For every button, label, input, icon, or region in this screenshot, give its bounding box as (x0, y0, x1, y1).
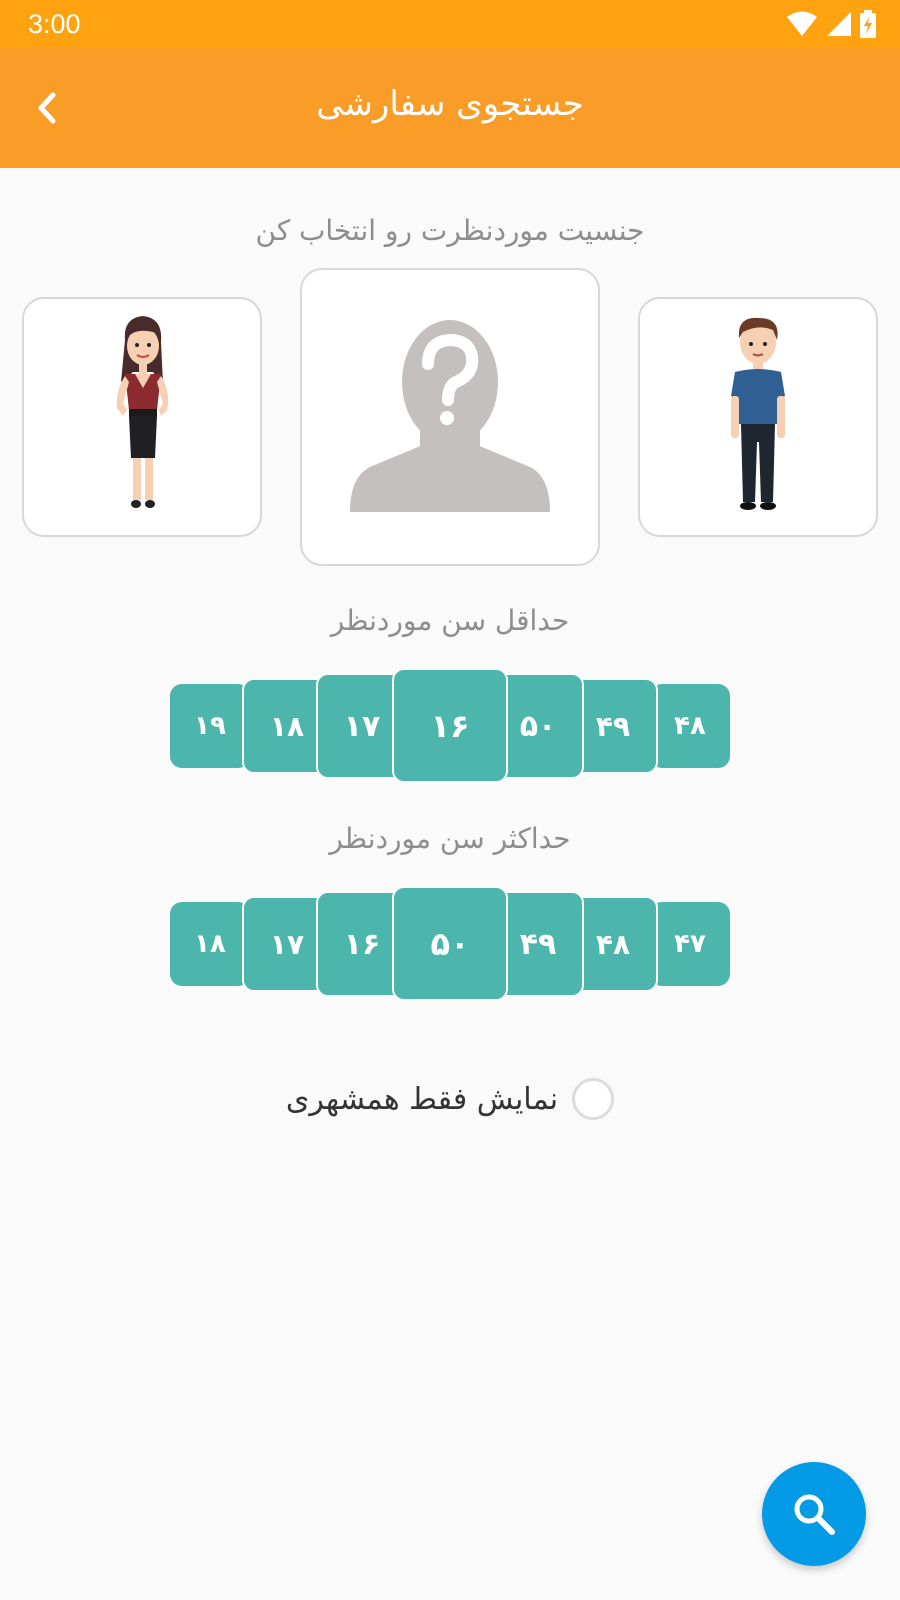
min-age-option[interactable]: ۱۹ (170, 684, 250, 768)
page-title: جستجوی سفارشی (316, 84, 584, 124)
min-age-label: حداقل سن موردنظر (330, 604, 570, 637)
woman-avatar-icon (116, 316, 169, 508)
max-age-selected[interactable]: ۵۰ (392, 886, 508, 1001)
search-fab-button[interactable] (762, 1462, 866, 1566)
min-age-picker[interactable]: ۱۹ ۴۸ ۱۸ ۴۹ ۱۷ ۵۰ ۱۶ (170, 668, 730, 783)
min-age-option[interactable]: ۴۸ (650, 684, 730, 768)
search-icon (794, 1494, 835, 1535)
min-age-selected[interactable]: ۱۶ (392, 668, 508, 783)
gender-card-unknown[interactable] (300, 268, 600, 566)
wifi-icon (787, 11, 817, 36)
same-city-label: نمایش فقط همشهری (285, 1081, 559, 1117)
app-bar: جستجوی سفارشی (0, 48, 900, 168)
same-city-row[interactable]: نمایش فقط همشهری (0, 1078, 900, 1120)
max-age-label: حداکثر سن موردنظر (329, 822, 571, 855)
gender-card-female[interactable] (22, 297, 262, 537)
max-age-picker[interactable]: ۱۸ ۴۷ ۱۷ ۴۸ ۱۶ ۴۹ ۵۰ (170, 886, 730, 1001)
battery-charging-icon (860, 10, 876, 38)
max-age-option[interactable]: ۱۸ (170, 902, 250, 986)
status-bar: 3:00 (0, 0, 900, 48)
same-city-radio[interactable] (572, 1078, 615, 1120)
max-age-option[interactable]: ۴۷ (650, 902, 730, 986)
status-icons (786, 10, 876, 38)
gender-label: جنسیت موردنظرت رو انتخاب کن (255, 214, 645, 247)
unknown-person-icon (350, 320, 550, 512)
man-avatar-icon (731, 317, 785, 510)
signal-icon (827, 12, 851, 36)
gender-card-male[interactable] (638, 297, 878, 537)
status-time: 3:00 (28, 9, 81, 39)
